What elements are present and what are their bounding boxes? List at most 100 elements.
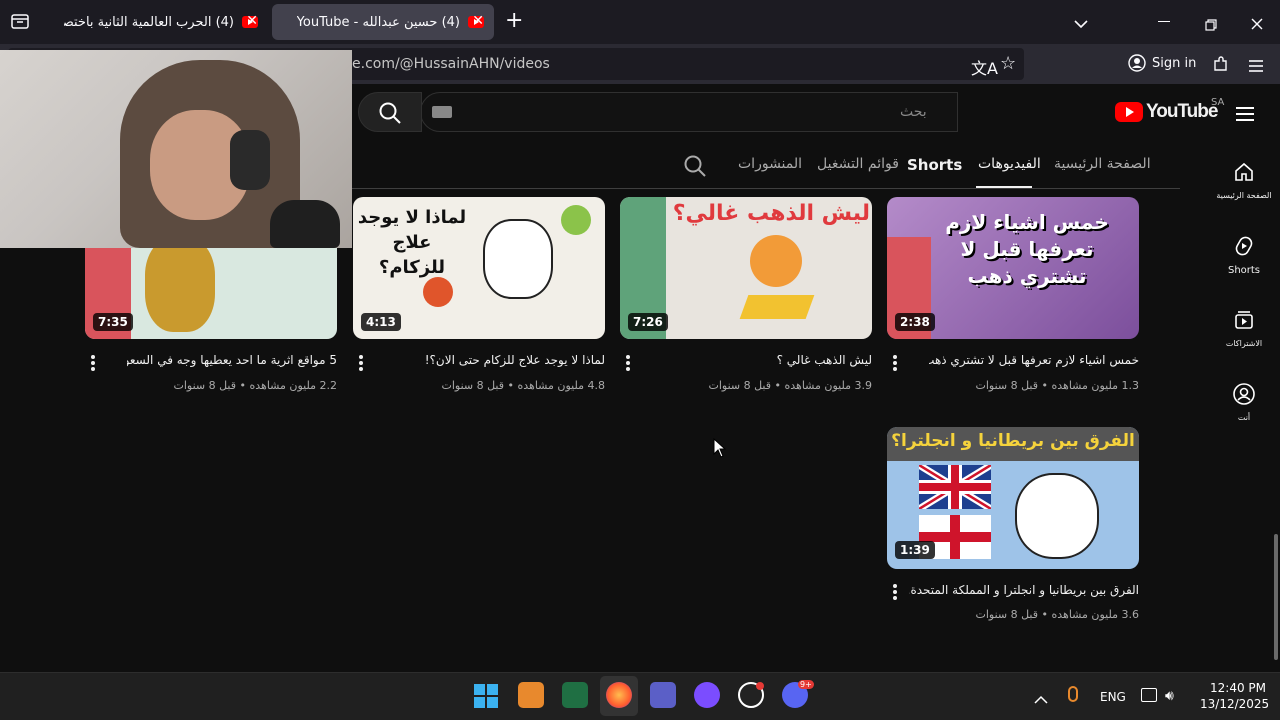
youtube-logo[interactable]: YouTube — [1115, 101, 1218, 123]
discord-badge: 9+ — [798, 680, 814, 689]
sidebar-item-label: الاشتراكات — [1225, 339, 1263, 348]
tab-playlists[interactable]: قوائم التشغيل — [817, 156, 899, 172]
video-title[interactable]: خمس اشياء لازم تعرفها قبل لا تشتري ذهب — [929, 353, 1139, 367]
clock-time[interactable]: 12:40 PM — [1210, 681, 1266, 695]
clock-date[interactable]: 13/12/2025 — [1200, 697, 1269, 711]
video-meta: 4.8 مليون مشاهده • قبل 8 سنوات — [441, 379, 605, 392]
gold-bar-icon — [739, 295, 815, 319]
character-icon — [1015, 473, 1099, 559]
sidebar-item-you[interactable]: أنت — [1212, 382, 1276, 422]
app-circle-icon[interactable] — [694, 682, 720, 708]
tab-shorts[interactable]: Shorts — [907, 156, 962, 174]
new-tab-button[interactable]: + — [505, 8, 523, 33]
sidebar-item-shorts[interactable]: Shorts — [1212, 234, 1276, 276]
video-thumbnail[interactable]: خمس اشياء لازم تعرفها قبل لا تشتري ذهب 2… — [887, 197, 1139, 339]
notification-dot — [756, 682, 764, 690]
restore-icon[interactable] — [1205, 16, 1217, 35]
extensions-icon[interactable] — [1212, 56, 1228, 76]
video-duration: 2:38 — [895, 313, 935, 331]
close-tab-icon[interactable]: ✕ — [246, 13, 258, 29]
tabs-divider — [352, 188, 1180, 189]
video-meta: 3.6 مليون مشاهده • قبل 8 سنوات — [975, 608, 1139, 621]
volume-icon[interactable]: 🔊︎ — [1165, 688, 1174, 704]
character-icon — [483, 219, 553, 299]
search-input[interactable] — [420, 92, 958, 132]
sidebar-item-label: الصفحة الرئيسية — [1216, 191, 1272, 200]
hamburger-menu-icon[interactable] — [1236, 106, 1254, 125]
bookmark-star-icon[interactable]: ☆ — [1000, 53, 1016, 74]
sidebar-item-subscriptions[interactable]: الاشتراكات — [1212, 308, 1276, 348]
video-title[interactable]: الفرق بين بريطانيا و انجلترا و المملكة ا… — [909, 583, 1139, 597]
video-duration: 7:35 — [93, 313, 133, 331]
tab-list-icon[interactable] — [10, 12, 30, 30]
video-thumbnail[interactable]: لماذا لا يوجد علاج للزكام؟ 4:13 — [353, 197, 605, 339]
tab-channel[interactable]: (4) حسين عبدالله - YouTube ✕ — [272, 4, 494, 40]
video-duration: 7:26 — [628, 313, 668, 331]
firefox-icon[interactable] — [606, 682, 632, 708]
video-duration: 1:39 — [895, 541, 935, 559]
you-icon — [1233, 383, 1255, 405]
video-thumbnail[interactable]: ليش الذهب غالي؟ 7:26 — [620, 197, 872, 339]
search-placeholder: بحث — [900, 104, 927, 120]
teams-icon[interactable] — [650, 682, 676, 708]
minimize-icon[interactable] — [1158, 21, 1170, 22]
tray-chevron-up-icon[interactable] — [1034, 690, 1048, 709]
sidebar-item-home[interactable]: الصفحة الرئيسية — [1212, 160, 1276, 200]
tab-title: (4) الحرب العالمية الثانية باختصار — [64, 14, 234, 30]
url-text[interactable]: e.com/@HussainAHN/videos — [352, 56, 550, 72]
video-meta: 2.2 مليون مشاهده • قبل 8 سنوات — [173, 379, 337, 392]
thumbnail-text: ليش الذهب غالي؟ — [672, 201, 870, 226]
close-window-icon[interactable] — [1251, 15, 1263, 34]
thumbnail-text: خمس اشياء لازم تعرفها قبل لا تشتري ذهب — [945, 210, 1109, 288]
sidebar-item-label: أنت — [1237, 413, 1251, 422]
video-title[interactable]: 5 مواقع اثرية ما احد يعطيها وجه في السعو… — [127, 353, 337, 367]
channel-search-icon[interactable] — [684, 155, 706, 181]
video-title[interactable]: ليش الذهب غالي ؟ — [662, 353, 872, 367]
youtube-logo-text: YouTube — [1146, 101, 1218, 122]
page-scrollbar[interactable] — [1274, 534, 1278, 660]
video-thumbnail[interactable]: الفرق بين بريطانيا و انجلترا؟ 1:39 — [887, 427, 1139, 569]
thumbnail-text: الفرق بين بريطانيا و انجلترا؟ — [887, 427, 1139, 461]
keyboard-icon[interactable] — [432, 106, 452, 118]
virus-icon — [561, 205, 591, 235]
thumbnail-text: لماذا لا يوجد علاج للزكام؟ — [357, 207, 467, 279]
search-icon — [379, 102, 401, 128]
video-meta: 3.9 مليون مشاهده • قبل 8 سنوات — [708, 379, 872, 392]
tab-home[interactable]: الصفحة الرئيسية — [1054, 156, 1151, 172]
uk-flag-icon — [917, 462, 993, 512]
language-indicator[interactable]: ENG — [1100, 690, 1126, 704]
region-code: SA — [1211, 97, 1225, 108]
taskbar — [0, 672, 1280, 720]
tab-posts[interactable]: المنشورات — [738, 156, 802, 172]
microphone-icon[interactable] — [1068, 686, 1078, 702]
app-icon[interactable] — [518, 682, 544, 708]
account-icon — [1128, 54, 1146, 72]
headphones-image — [230, 130, 270, 190]
webcam-overlay — [0, 50, 352, 248]
youtube-play-icon — [1115, 102, 1143, 122]
chevron-down-icon[interactable] — [1074, 14, 1088, 33]
tab-videos[interactable]: الفيديوهات — [978, 156, 1041, 172]
microphone-image — [270, 200, 340, 248]
tab-ww2[interactable]: (4) الحرب العالمية الثانية باختصار ✕ — [46, 4, 268, 40]
artifact-icon — [145, 237, 215, 332]
subscriptions-icon — [1235, 311, 1253, 329]
character-icon — [750, 235, 802, 287]
video-meta: 1.3 مليون مشاهده • قبل 8 سنوات — [975, 379, 1139, 392]
video-duration: 4:13 — [361, 313, 401, 331]
more-options-icon[interactable] — [626, 355, 630, 371]
translate-icon[interactable]: 文A — [971, 55, 998, 79]
tab-title: (4) حسين عبدالله - YouTube — [296, 14, 460, 30]
virus-icon — [423, 277, 453, 307]
menu-icon[interactable] — [1249, 57, 1263, 76]
windows-start-icon[interactable] — [474, 684, 498, 712]
excel-icon[interactable] — [562, 682, 588, 708]
video-title[interactable]: لماذا لا يوجد علاج للزكام حتى الان؟! — [395, 353, 605, 367]
more-options-icon[interactable] — [893, 584, 897, 600]
more-options-icon[interactable] — [359, 355, 363, 371]
more-options-icon[interactable] — [91, 355, 95, 371]
more-options-icon[interactable] — [893, 355, 897, 371]
close-tab-icon[interactable]: ✕ — [472, 13, 484, 29]
sign-in-button[interactable]: Sign in — [1128, 54, 1196, 72]
network-icon[interactable] — [1141, 688, 1157, 702]
